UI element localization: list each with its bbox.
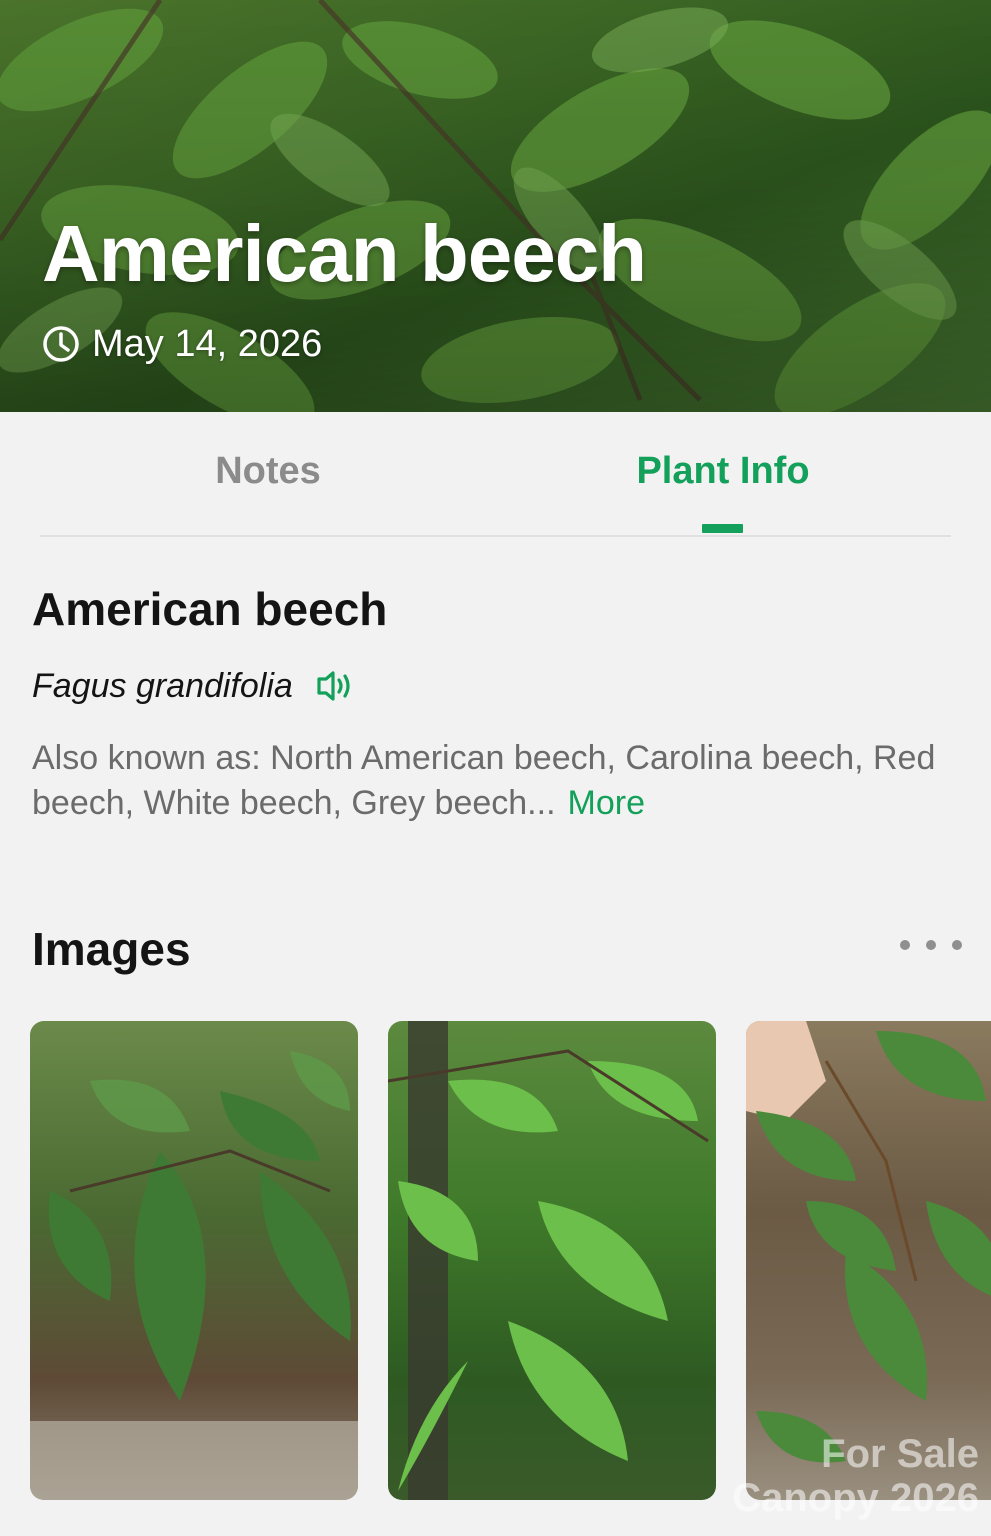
hero-title: American beech (42, 209, 647, 298)
dot (952, 940, 962, 950)
dot (926, 940, 936, 950)
clock-icon (43, 326, 79, 362)
tab-divider (40, 535, 951, 537)
scientific-name-row: Fagus grandifolia (32, 664, 355, 708)
tab-notes[interactable]: Notes (118, 450, 418, 493)
leaf-photo-illustration (30, 1051, 358, 1500)
more-dots-icon[interactable] (900, 930, 962, 960)
plant-image-2[interactable] (388, 1021, 716, 1500)
speaker-icon[interactable] (315, 668, 355, 704)
images-section-title: Images (32, 923, 191, 975)
leaf-photo-illustration (388, 1021, 709, 1500)
plant-image-1[interactable] (30, 1021, 358, 1500)
plant-common-name: American beech (32, 583, 388, 635)
hero-date: May 14, 2026 (42, 322, 322, 366)
plant-image-3[interactable] (746, 1021, 991, 1500)
more-link[interactable]: More (568, 784, 645, 822)
active-tab-indicator (702, 524, 743, 533)
tab-plant-info[interactable]: Plant Info (573, 450, 873, 493)
also-known-as-text: Also known as: North American beech, Car… (32, 739, 936, 822)
hero-image: American beech May 14, 2026 (0, 0, 991, 412)
leaf-photo-illustration (746, 1021, 991, 1463)
scientific-name: Fagus grandifolia (32, 666, 293, 705)
also-known-as: Also known as: North American beech, Car… (32, 736, 967, 826)
date-text: May 14, 2026 (92, 322, 323, 365)
dot (900, 940, 910, 950)
tab-bar: Notes Plant Info (0, 412, 991, 538)
